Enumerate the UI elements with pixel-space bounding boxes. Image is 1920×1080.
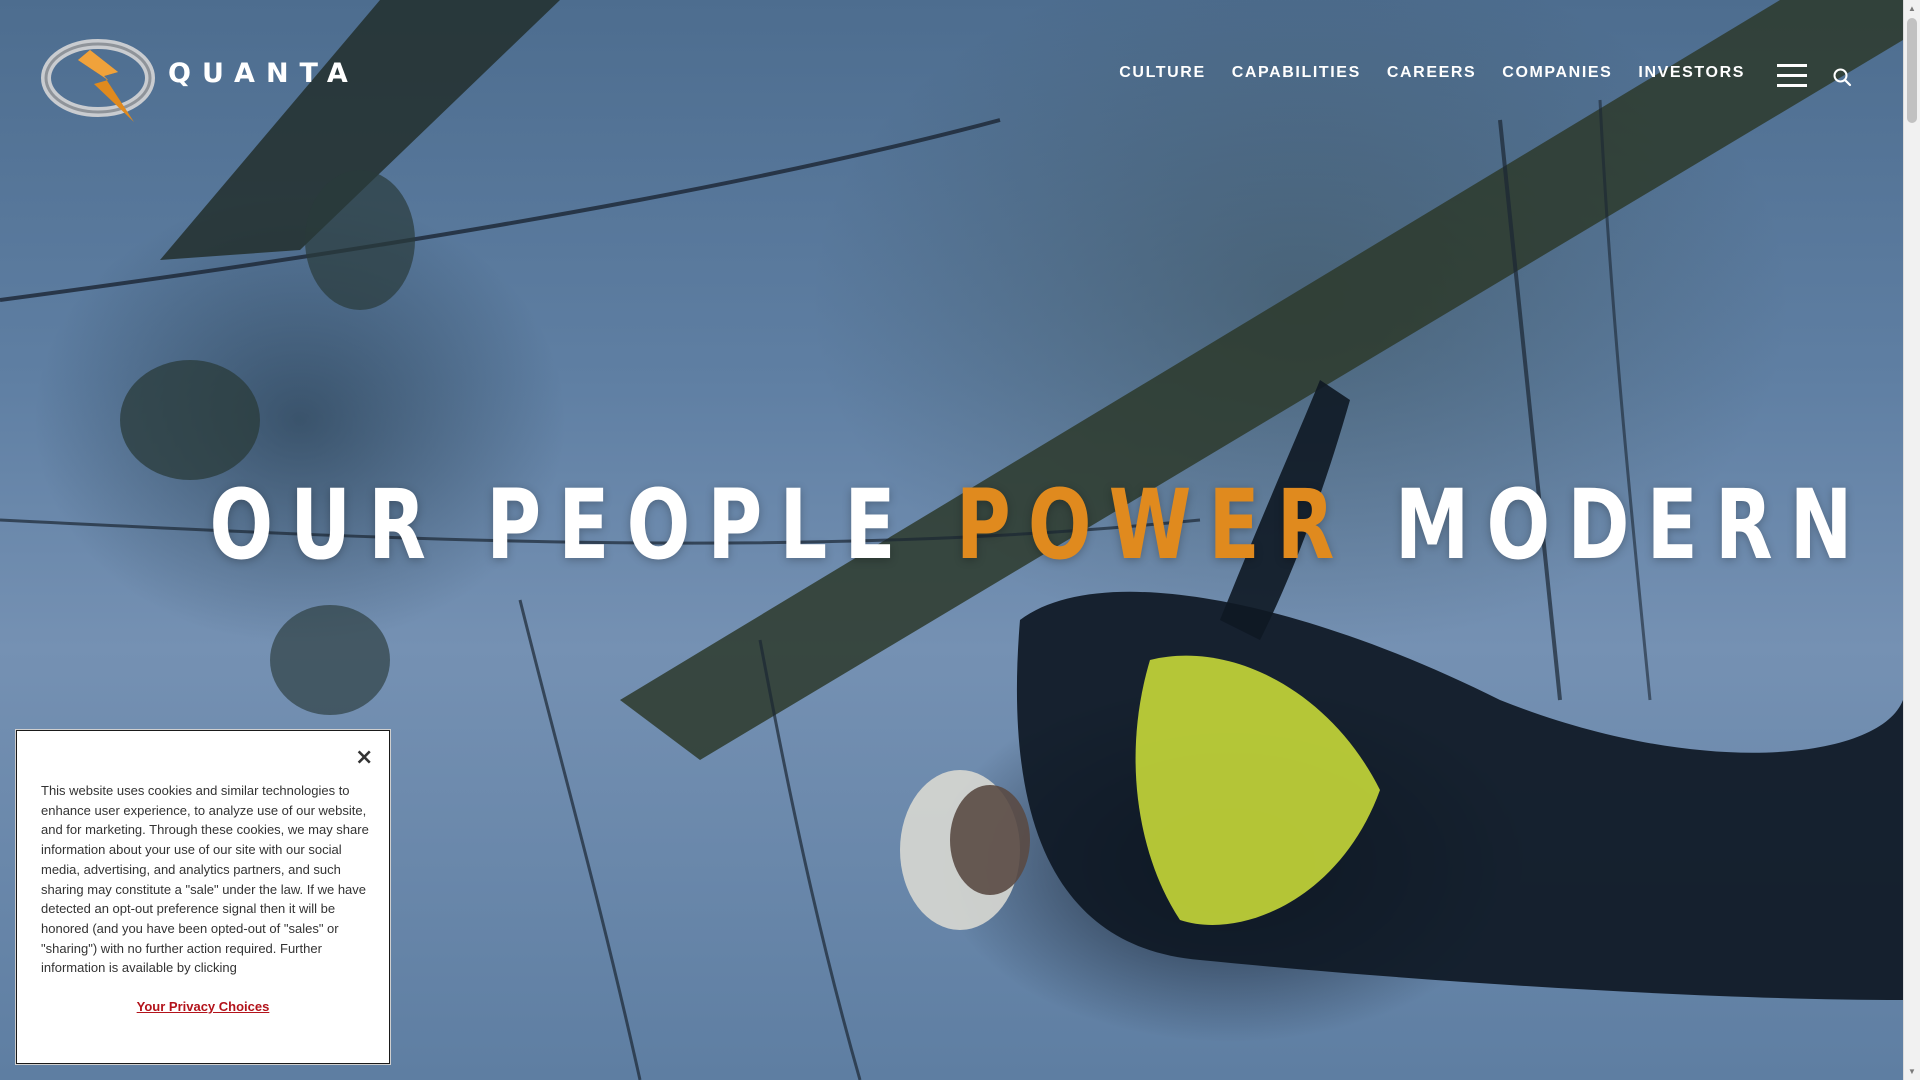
page-scrollbar[interactable]: ▲ ▼ — [1903, 0, 1920, 1080]
headline-part-2: MODERN LIFE — [1394, 469, 1920, 581]
nav-investors[interactable]: INVESTORS — [1638, 64, 1745, 82]
nav-culture[interactable]: CULTURE — [1119, 64, 1205, 82]
search-icon[interactable] — [1832, 67, 1852, 87]
hamburger-menu-icon[interactable] — [1777, 64, 1807, 88]
scroll-up-arrow-icon[interactable]: ▲ — [1904, 0, 1920, 17]
page: QUANTA CULTURE CAPABILITIES CAREERS COMP… — [0, 0, 1920, 1080]
close-icon[interactable]: × — [355, 747, 373, 769]
nav-careers[interactable]: CAREERS — [1387, 64, 1476, 82]
cookie-banner: × This website uses cookies and similar … — [16, 730, 390, 1064]
nav-companies[interactable]: COMPANIES — [1502, 64, 1612, 82]
hero-headline: OUR PEOPLE POWER MODERN LIFE — [209, 469, 1920, 581]
headline-part-1: OUR PEOPLE — [209, 469, 956, 581]
nav-capabilities[interactable]: CAPABILITIES — [1232, 64, 1361, 82]
scrollbar-thumb[interactable] — [1907, 18, 1917, 123]
lightning-bolt-ring-logo-icon — [41, 39, 155, 122]
brand-name: QUANTA — [168, 57, 359, 89]
headline-accent-power: POWER — [955, 469, 1352, 581]
your-privacy-choices-link[interactable]: Your Privacy Choices — [17, 999, 389, 1014]
quanta-logo[interactable]: QUANTA — [38, 34, 359, 126]
cookie-banner-text: This website uses cookies and similar te… — [41, 783, 369, 976]
main-nav: CULTURE CAPABILITIES CAREERS COMPANIES I… — [1119, 64, 1745, 82]
scroll-down-arrow-icon[interactable]: ▼ — [1904, 1063, 1920, 1080]
